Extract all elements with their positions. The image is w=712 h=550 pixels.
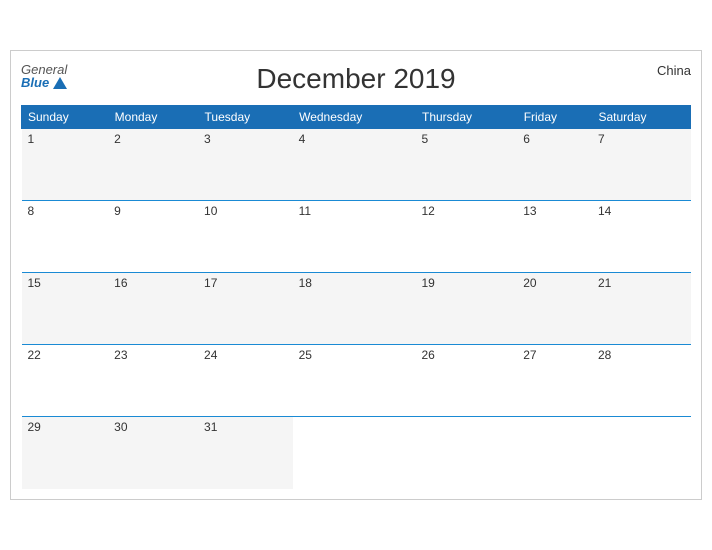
day-cell — [592, 417, 691, 489]
logo-triangle-icon — [53, 77, 67, 89]
day-number: 6 — [523, 132, 530, 146]
day-number: 16 — [114, 276, 127, 290]
day-cell: 10 — [198, 201, 293, 273]
day-number: 7 — [598, 132, 605, 146]
day-number: 23 — [114, 348, 127, 362]
day-cell: 17 — [198, 273, 293, 345]
week-row-4: 22 23 24 25 26 27 28 — [22, 345, 691, 417]
day-cell: 6 — [517, 129, 592, 201]
day-number: 15 — [28, 276, 41, 290]
calendar-title: December 2019 — [256, 63, 455, 95]
day-number: 21 — [598, 276, 611, 290]
day-number: 4 — [299, 132, 306, 146]
day-cell: 31 — [198, 417, 293, 489]
day-cell: 24 — [198, 345, 293, 417]
day-number: 12 — [421, 204, 434, 218]
day-number: 27 — [523, 348, 536, 362]
day-cell: 29 — [22, 417, 109, 489]
col-friday: Friday — [517, 106, 592, 129]
day-cell: 13 — [517, 201, 592, 273]
day-number: 24 — [204, 348, 217, 362]
day-number: 1 — [28, 132, 35, 146]
day-number: 28 — [598, 348, 611, 362]
day-number: 29 — [28, 420, 41, 434]
day-cell: 20 — [517, 273, 592, 345]
day-number: 3 — [204, 132, 211, 146]
day-number: 13 — [523, 204, 536, 218]
col-saturday: Saturday — [592, 106, 691, 129]
day-cell: 19 — [415, 273, 517, 345]
day-cell: 5 — [415, 129, 517, 201]
day-number: 25 — [299, 348, 312, 362]
col-monday: Monday — [108, 106, 198, 129]
day-cell: 25 — [293, 345, 416, 417]
week-row-2: 8 9 10 11 12 13 14 — [22, 201, 691, 273]
day-number: 31 — [204, 420, 217, 434]
day-cell: 27 — [517, 345, 592, 417]
calendar-grid: Sunday Monday Tuesday Wednesday Thursday… — [21, 105, 691, 489]
day-number: 2 — [114, 132, 121, 146]
day-number: 5 — [421, 132, 428, 146]
day-number: 19 — [421, 276, 434, 290]
day-cell: 30 — [108, 417, 198, 489]
week-row-1: 1 2 3 4 5 6 7 — [22, 129, 691, 201]
day-cell: 28 — [592, 345, 691, 417]
day-cell: 14 — [592, 201, 691, 273]
day-cell: 9 — [108, 201, 198, 273]
calendar-header-row: Sunday Monday Tuesday Wednesday Thursday… — [22, 106, 691, 129]
day-cell — [293, 417, 416, 489]
day-number: 17 — [204, 276, 217, 290]
day-cell: 4 — [293, 129, 416, 201]
day-cell: 15 — [22, 273, 109, 345]
logo: General Blue — [21, 63, 67, 89]
calendar-container: General Blue December 2019 China Sunday … — [10, 50, 702, 500]
calendar-header: General Blue December 2019 China — [21, 63, 691, 95]
day-cell: 11 — [293, 201, 416, 273]
day-cell: 16 — [108, 273, 198, 345]
day-number: 26 — [421, 348, 434, 362]
day-cell: 8 — [22, 201, 109, 273]
col-tuesday: Tuesday — [198, 106, 293, 129]
day-cell: 21 — [592, 273, 691, 345]
country-label: China — [657, 63, 691, 78]
col-thursday: Thursday — [415, 106, 517, 129]
day-cell: 2 — [108, 129, 198, 201]
week-row-3: 15 16 17 18 19 20 21 — [22, 273, 691, 345]
day-number: 18 — [299, 276, 312, 290]
day-number: 14 — [598, 204, 611, 218]
logo-blue-text: Blue — [21, 76, 67, 89]
week-row-5: 29 30 31 — [22, 417, 691, 489]
col-sunday: Sunday — [22, 106, 109, 129]
day-cell: 3 — [198, 129, 293, 201]
day-cell: 1 — [22, 129, 109, 201]
day-number: 30 — [114, 420, 127, 434]
day-cell: 7 — [592, 129, 691, 201]
day-number: 11 — [299, 204, 311, 218]
col-wednesday: Wednesday — [293, 106, 416, 129]
day-cell: 26 — [415, 345, 517, 417]
day-number: 8 — [28, 204, 35, 218]
day-number: 10 — [204, 204, 217, 218]
day-cell: 22 — [22, 345, 109, 417]
calendar-body: 1234567891011121314151617181920212223242… — [22, 129, 691, 489]
day-cell: 18 — [293, 273, 416, 345]
day-cell — [415, 417, 517, 489]
day-cell: 12 — [415, 201, 517, 273]
day-number: 9 — [114, 204, 121, 218]
day-number: 22 — [28, 348, 41, 362]
day-cell — [517, 417, 592, 489]
day-number: 20 — [523, 276, 536, 290]
day-cell: 23 — [108, 345, 198, 417]
